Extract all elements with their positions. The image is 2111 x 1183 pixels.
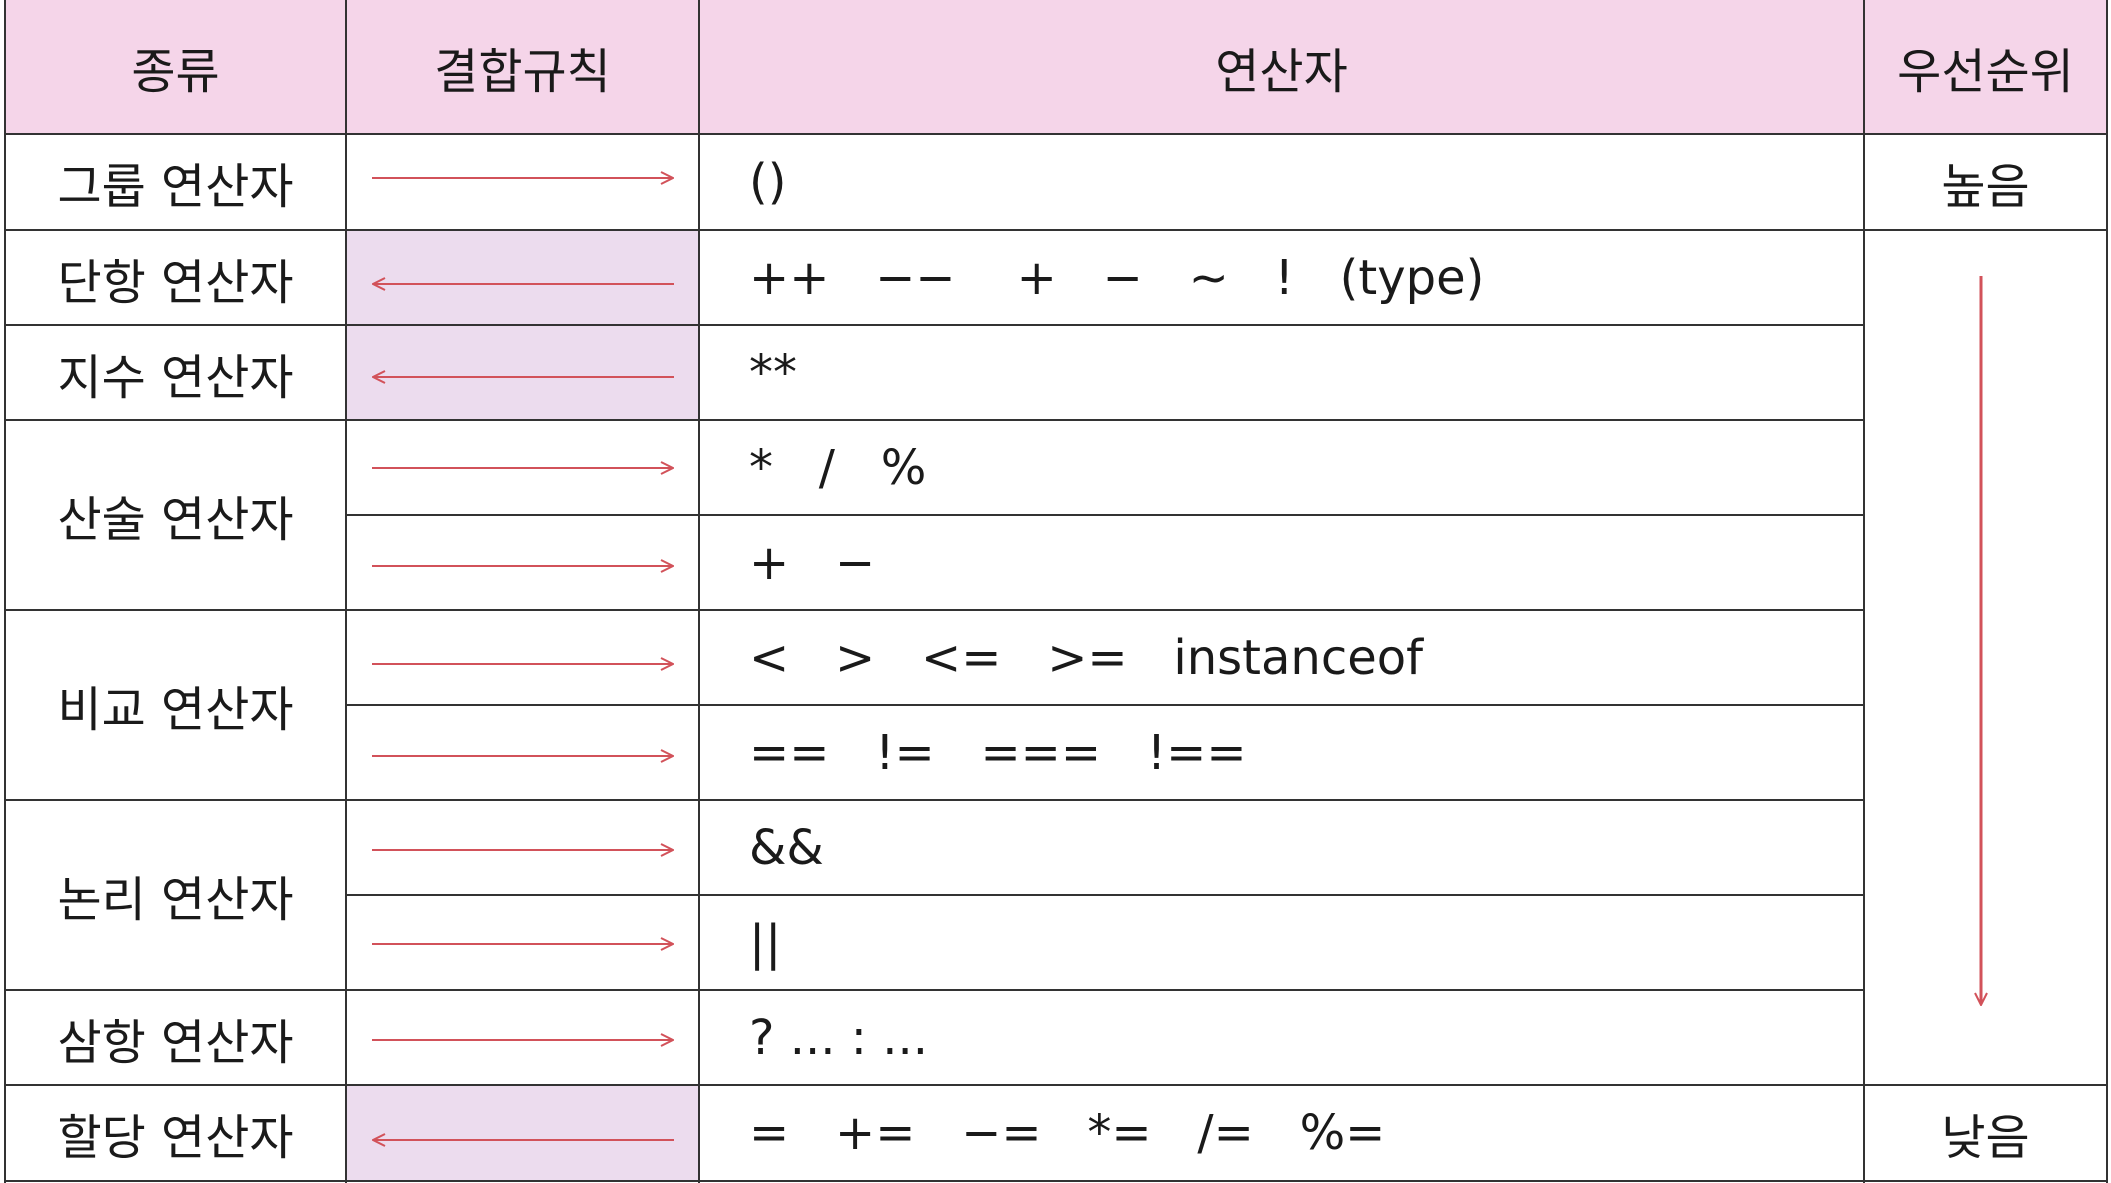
operators-logical-and: && [749,819,824,876]
assoc-cell-exponent [347,326,698,419]
header-associativity: 결합규칙 [346,0,699,134]
operator-precedence-table: 종류 결합규칙 연산자 우선순위 그룹 연산자 단항 연산자 지수 연산자 산술… [0,0,2111,1183]
operators-unary: ++ −− + − ~ ! (type) [749,249,1485,306]
header-priority: 우선순위 [1864,0,2107,134]
priority-high-label: 높음 [1941,159,2030,215]
kind-group: 그룹 연산자 [57,159,294,215]
operators-assignment: = += −= *= /= %= [749,1105,1386,1161]
kind-unary: 단항 연산자 [57,254,294,311]
header-operators: 연산자 [699,0,1864,134]
priority-low-label: 낮음 [1941,1110,2030,1166]
kind-arithmetic: 산술 연산자 [57,492,294,548]
operators-ternary: ? ... : ... [749,1009,928,1066]
kind-exponent: 지수 연산자 [57,349,294,406]
kind-assignment: 할당 연산자 [57,1110,294,1166]
kind-comparison: 비교 연산자 [57,682,294,738]
operators-additive: + − [749,534,876,591]
operators-equality: == != === !== [749,724,1247,781]
operators-exponent: ** [749,344,797,401]
operators-relational: < > <= >= instanceof [749,629,1424,686]
operators-group: () [749,154,787,210]
assoc-cell-unary [347,231,698,324]
header-kind: 종류 [5,0,346,134]
operators-logical-or: || [749,914,782,971]
operators-multiplicative: * / % [749,439,927,496]
kind-ternary: 삼항 연산자 [57,1014,294,1071]
kind-logical: 논리 연산자 [57,872,294,928]
assoc-cell-assignment [347,1086,698,1181]
